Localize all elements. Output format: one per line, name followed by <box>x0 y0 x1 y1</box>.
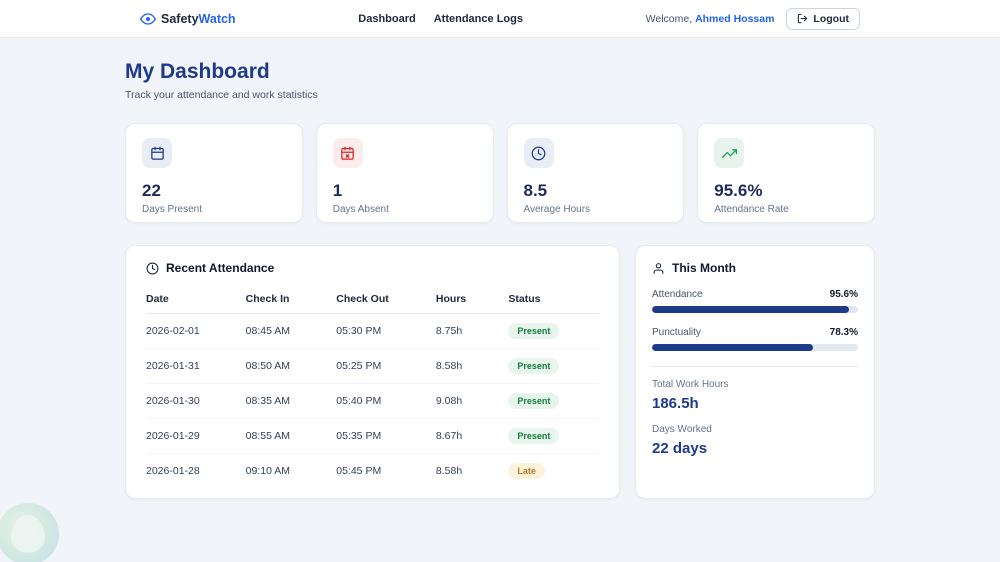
column-header-date: Date <box>146 285 246 314</box>
table-row: 2026-01-29 08:55 AM 05:35 PM 8.67h Prese… <box>146 418 599 454</box>
cell-check-in: 08:50 AM <box>245 348 337 384</box>
welcome-text: Welcome, Ahmed Hossam <box>645 12 775 25</box>
cell-date: 2026-02-01 <box>146 313 246 349</box>
status-badge: Present <box>508 428 560 444</box>
status-badge: Present <box>508 393 560 409</box>
nav-right: Welcome, Ahmed Hossam Logout <box>645 7 860 30</box>
total-work-hours-value: 186.5h <box>652 395 699 412</box>
watermark-logo <box>0 503 59 562</box>
days-worked: Days Worked 22 days <box>652 424 858 457</box>
eye-icon <box>140 11 156 27</box>
table-row: 2026-02-01 08:45 AM 05:30 PM 8.75h Prese… <box>146 313 599 349</box>
days-worked-value: 22 days <box>652 440 708 457</box>
nav-links: Dashboard Attendance Logs <box>358 13 523 25</box>
person-icon <box>652 262 665 275</box>
trending-up-icon <box>714 138 745 168</box>
cell-check-out: 05:25 PM <box>336 348 436 384</box>
stat-label: Attendance Rate <box>714 204 789 215</box>
punctuality-metric-label: Punctuality <box>652 327 701 338</box>
days-worked-label: Days Worked <box>652 424 712 435</box>
logout-button[interactable]: Logout <box>786 7 860 30</box>
stat-card-attendance-rate: 95.6% Attendance Rate <box>697 123 875 223</box>
user-name: Ahmed Hossam <box>695 12 775 25</box>
this-month-card: This Month Attendance 95.6% Punctuality … <box>635 245 875 499</box>
stat-value: 95.6% <box>714 181 763 200</box>
column-header-status: Status <box>508 285 599 314</box>
watermark-leaf-shape <box>11 515 45 553</box>
cell-hours: 9.08h <box>435 383 509 419</box>
cell-date: 2026-01-31 <box>146 348 246 384</box>
stat-card-days-present: 22 Days Present <box>125 123 303 223</box>
attendance-metric-value: 95.6% <box>829 289 858 300</box>
cell-hours: 8.58h <box>435 348 509 384</box>
attendance-metric: Attendance 95.6% <box>652 289 858 313</box>
attendance-table: Date Check In Check Out Hours Status 202… <box>146 285 599 488</box>
attendance-metric-label: Attendance <box>652 289 703 300</box>
status-badge: Present <box>508 323 560 339</box>
punctuality-progress-track <box>652 344 858 351</box>
column-header-check-in: Check In <box>245 285 337 314</box>
page-title: My Dashboard <box>125 60 270 83</box>
top-navbar: SafetyWatch Dashboard Attendance Logs We… <box>0 0 1000 38</box>
cell-hours: 8.58h <box>435 465 463 477</box>
recent-attendance-title: Recent Attendance <box>146 261 599 275</box>
table-row: 2026-01-31 08:50 AM 05:25 PM 8.58h Prese… <box>146 348 599 384</box>
status-badge: Late <box>508 463 545 479</box>
attendance-progress-track <box>652 306 858 313</box>
stats-grid: 22 Days Present 1 Days Absent 8.5 Averag… <box>125 123 875 223</box>
stat-label: Days Present <box>142 204 203 215</box>
punctuality-progress-fill <box>652 344 814 351</box>
table-header-row: Date Check In Check Out Hours Status <box>146 285 599 314</box>
page-subtitle: Track your attendance and work statistic… <box>125 89 318 101</box>
nav-link-dashboard[interactable]: Dashboard <box>358 13 415 25</box>
stat-value: 1 <box>332 181 343 200</box>
nav-link-attendance-logs[interactable]: Attendance Logs <box>434 13 523 25</box>
column-header-check-out: Check Out <box>336 285 436 314</box>
stat-label: Days Absent <box>332 204 389 215</box>
total-work-hours-label: Total Work Hours <box>652 379 729 390</box>
this-month-title: This Month <box>652 261 858 275</box>
cell-date: 2026-01-28 <box>146 465 200 477</box>
clock-icon <box>146 262 159 275</box>
cell-check-in: 08:35 AM <box>245 383 337 419</box>
calendar-absent-icon <box>332 138 363 168</box>
stat-label: Average Hours <box>523 204 591 215</box>
total-work-hours: Total Work Hours 186.5h <box>652 379 858 412</box>
main-content: My Dashboard Track your attendance and w… <box>125 38 875 499</box>
cell-check-out: 05:35 PM <box>336 418 436 454</box>
cell-check-in: 09:10 AM <box>245 465 291 477</box>
table-row: 2026-01-28 09:10 AM 05:45 PM 8.58h Late <box>146 454 599 489</box>
cell-check-in: 08:55 AM <box>245 418 337 454</box>
stat-value: 22 <box>142 181 161 200</box>
logout-icon <box>797 13 808 24</box>
cell-check-out: 05:30 PM <box>336 313 436 349</box>
cell-date: 2026-01-29 <box>146 418 246 454</box>
punctuality-metric-value: 78.3% <box>829 327 858 338</box>
clock-icon <box>523 138 554 168</box>
table-row: 2026-01-30 08:35 AM 05:40 PM 9.08h Prese… <box>146 383 599 419</box>
cell-check-in: 08:45 AM <box>245 313 337 349</box>
brand-name: SafetyWatch <box>161 11 236 26</box>
stat-card-days-absent: 1 Days Absent <box>315 123 494 223</box>
punctuality-metric: Punctuality 78.3% <box>652 327 858 351</box>
status-badge: Present <box>508 358 560 374</box>
cell-check-out: 05:45 PM <box>336 465 382 477</box>
stat-card-average-hours: 8.5 Average Hours <box>506 123 685 223</box>
stat-value: 8.5 <box>523 181 548 200</box>
calendar-icon <box>142 138 172 168</box>
cell-check-out: 05:40 PM <box>336 383 436 419</box>
recent-attendance-card: Recent Attendance Date Check In Check Ou… <box>125 245 620 499</box>
cell-hours: 8.75h <box>435 313 509 349</box>
attendance-progress-fill <box>652 306 849 313</box>
cell-hours: 8.67h <box>435 418 509 454</box>
brand-logo[interactable]: SafetyWatch <box>140 11 236 27</box>
divider <box>652 366 858 367</box>
bottom-row: Recent Attendance Date Check In Check Ou… <box>125 245 875 499</box>
cell-date: 2026-01-30 <box>146 383 246 419</box>
column-header-hours: Hours <box>435 285 509 314</box>
